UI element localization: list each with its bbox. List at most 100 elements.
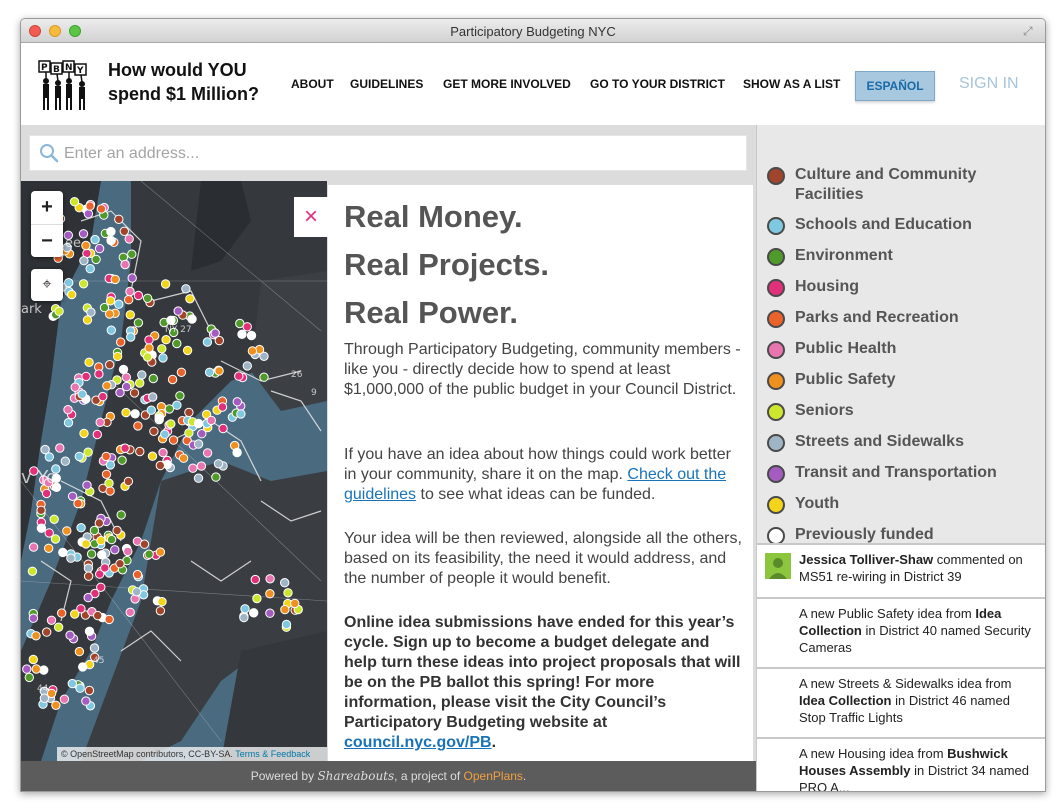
map-marker[interactable] <box>70 382 80 392</box>
council-pb-link[interactable]: council.nyc.gov/PB <box>344 734 492 751</box>
map-marker[interactable] <box>125 310 136 320</box>
map-marker[interactable] <box>83 592 93 603</box>
map-marker[interactable] <box>79 256 89 266</box>
map-marker[interactable] <box>132 569 143 580</box>
map-marker[interactable] <box>247 346 258 356</box>
map-marker[interactable] <box>67 678 77 689</box>
map-marker[interactable] <box>58 547 68 558</box>
map-marker[interactable] <box>184 407 194 418</box>
map-marker[interactable] <box>280 604 290 615</box>
map-marker[interactable] <box>118 364 129 375</box>
map-marker[interactable] <box>67 491 78 501</box>
map-marker[interactable] <box>121 407 131 418</box>
map-marker[interactable] <box>78 279 89 289</box>
map-marker[interactable] <box>182 345 193 356</box>
map-marker[interactable] <box>110 274 120 285</box>
map-marker[interactable] <box>57 608 67 618</box>
map-marker[interactable] <box>81 371 91 382</box>
map-marker[interactable] <box>125 286 135 297</box>
map-marker[interactable] <box>173 306 183 316</box>
address-input[interactable] <box>62 140 726 168</box>
map-marker[interactable] <box>63 405 73 415</box>
map-marker[interactable] <box>82 315 93 325</box>
map-marker[interactable] <box>137 370 147 380</box>
activity-item[interactable]: A new Streets & Sidewalks idea from Idea… <box>757 667 1045 737</box>
map-marker[interactable] <box>96 582 106 592</box>
espanol-button[interactable]: ESPAÑOL <box>855 71 935 101</box>
map-marker[interactable] <box>166 419 176 429</box>
map-marker[interactable] <box>89 525 100 536</box>
zoom-in-button[interactable]: + <box>31 191 63 224</box>
map-marker[interactable] <box>119 226 130 236</box>
map-marker[interactable] <box>104 478 114 488</box>
activity-user[interactable]: Idea Collection <box>799 693 891 708</box>
map-marker[interactable] <box>36 505 46 515</box>
map-marker[interactable] <box>116 337 126 347</box>
map-marker[interactable] <box>63 418 74 428</box>
map-marker[interactable] <box>44 543 54 553</box>
map-marker[interactable] <box>28 542 39 552</box>
map-marker[interactable] <box>27 566 38 576</box>
map-marker[interactable] <box>106 325 117 335</box>
map-marker[interactable] <box>83 563 94 573</box>
map-marker[interactable] <box>42 627 52 637</box>
map-marker[interactable] <box>53 622 64 632</box>
close-icon[interactable]: × <box>294 197 328 237</box>
map-marker[interactable] <box>123 476 134 487</box>
map-marker[interactable] <box>133 290 144 301</box>
map-marker[interactable] <box>94 518 105 528</box>
map-marker[interactable] <box>69 197 80 207</box>
map-marker[interactable] <box>62 526 72 536</box>
map-marker[interactable] <box>185 294 195 304</box>
map-marker[interactable] <box>196 461 207 471</box>
map-marker[interactable] <box>46 615 57 625</box>
map-marker[interactable] <box>142 352 153 362</box>
map-marker[interactable] <box>105 309 115 319</box>
map-marker[interactable] <box>144 549 154 559</box>
map-marker[interactable] <box>90 234 100 245</box>
map-marker[interactable] <box>28 613 39 623</box>
map-marker[interactable] <box>250 574 261 585</box>
map-marker[interactable] <box>77 389 87 399</box>
map-marker[interactable] <box>79 428 89 439</box>
map-marker[interactable] <box>36 523 47 533</box>
map-marker[interactable] <box>89 643 100 653</box>
map-marker[interactable] <box>86 307 96 317</box>
map-marker[interactable] <box>101 469 112 479</box>
map-marker[interactable] <box>41 488 52 499</box>
map-marker[interactable] <box>218 423 228 434</box>
map-marker[interactable] <box>202 448 213 458</box>
map-marker[interactable] <box>85 264 95 274</box>
nav-show-as-list[interactable]: SHOW AS A LIST <box>743 77 840 91</box>
map-marker[interactable] <box>114 299 124 309</box>
map-marker[interactable] <box>176 367 187 378</box>
map-marker[interactable] <box>164 404 175 414</box>
map-marker[interactable] <box>283 588 293 598</box>
map-marker[interactable] <box>44 528 54 538</box>
map-marker[interactable] <box>73 498 83 509</box>
map-marker[interactable] <box>75 683 85 693</box>
map-marker[interactable] <box>104 614 114 625</box>
map[interactable]: ee ark v Yo NY 27 45 44 9 26 + − ⌖ © Ope… <box>21 181 327 761</box>
map-marker[interactable] <box>239 612 249 623</box>
map-marker[interactable] <box>232 397 243 407</box>
map-marker[interactable] <box>158 447 168 458</box>
map-marker[interactable] <box>290 598 300 609</box>
map-marker[interactable] <box>129 388 140 398</box>
map-marker[interactable] <box>213 459 224 469</box>
map-marker[interactable] <box>96 204 107 214</box>
map-marker[interactable] <box>240 604 250 614</box>
map-marker[interactable] <box>46 688 57 699</box>
map-marker[interactable] <box>124 295 134 305</box>
map-marker[interactable] <box>127 249 137 259</box>
map-marker[interactable] <box>249 608 259 618</box>
activity-item[interactable]: Jessica Tolliver-Shaw commented on MS51 … <box>757 543 1045 597</box>
map-marker[interactable] <box>106 235 116 246</box>
map-marker[interactable] <box>44 452 54 462</box>
map-marker[interactable] <box>242 322 252 332</box>
map-marker[interactable] <box>96 535 106 546</box>
map-marker[interactable] <box>84 626 95 636</box>
zoom-out-button[interactable]: − <box>31 224 63 258</box>
map-marker[interactable] <box>193 473 204 483</box>
map-marker[interactable] <box>106 534 117 545</box>
